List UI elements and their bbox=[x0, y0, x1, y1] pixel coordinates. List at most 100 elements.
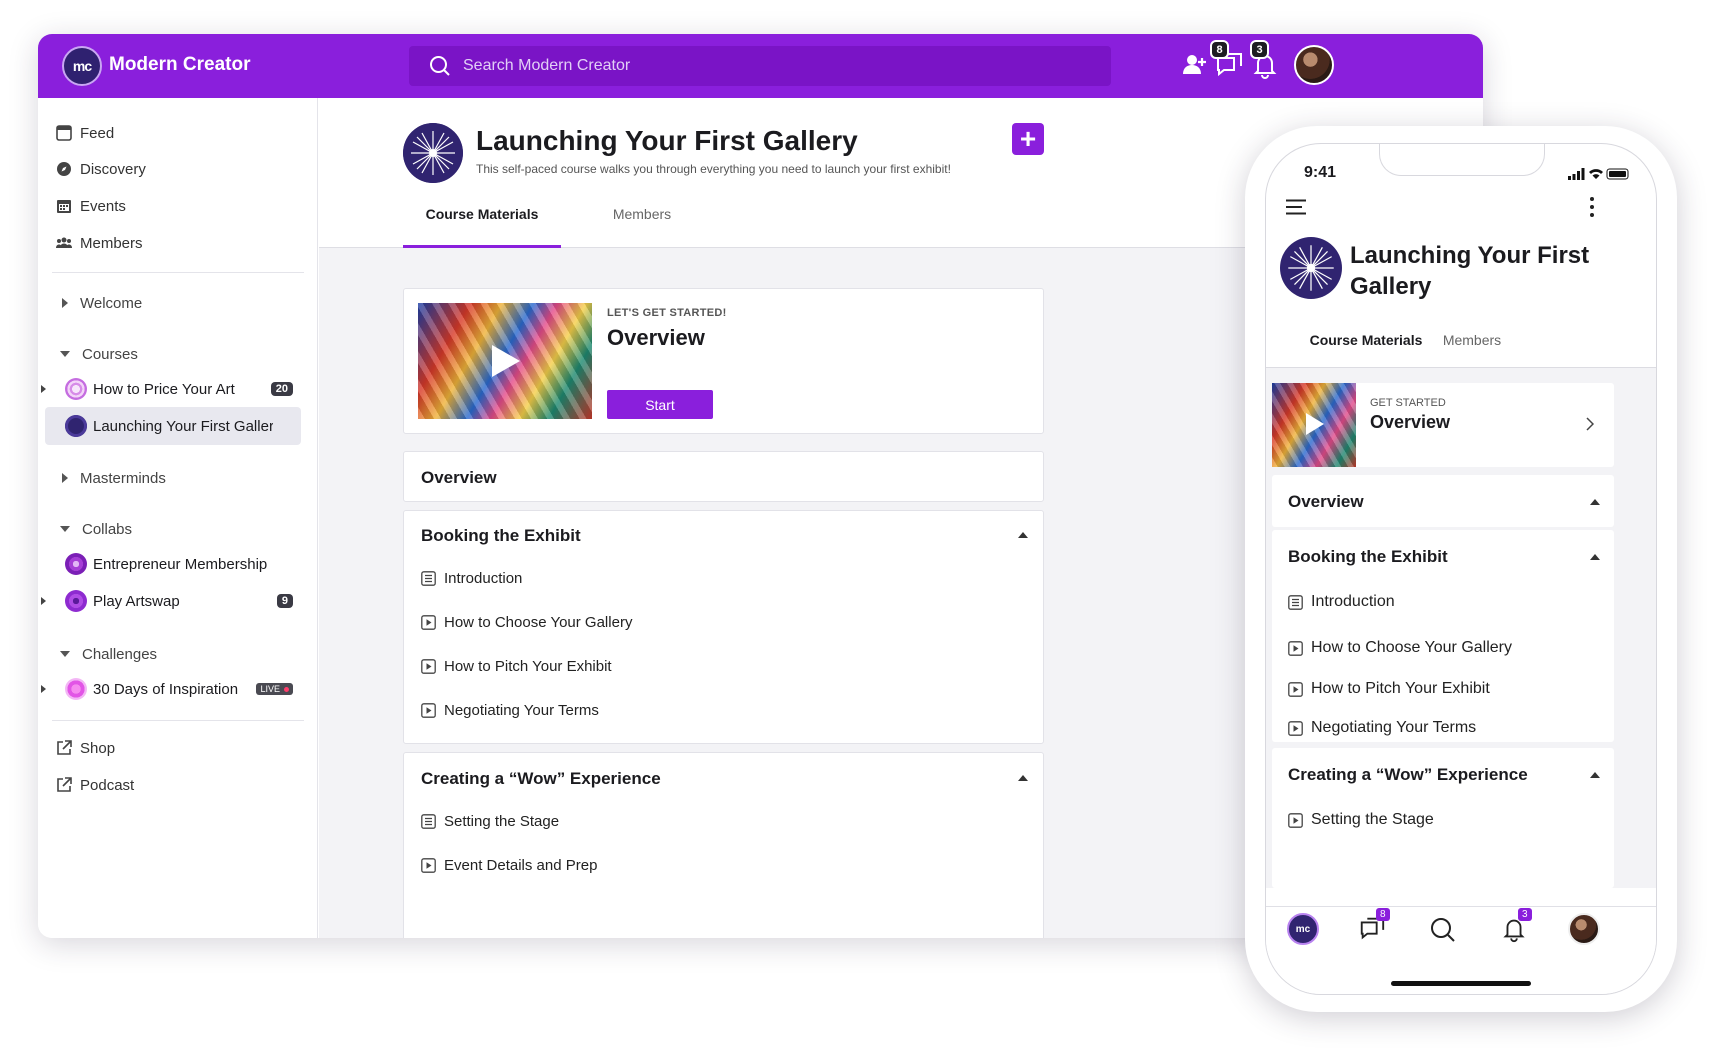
phone-user-avatar[interactable] bbox=[1568, 913, 1600, 945]
collapse-icon[interactable] bbox=[1018, 532, 1028, 538]
section-title: Booking the Exhibit bbox=[421, 526, 581, 545]
menu-icon[interactable] bbox=[1286, 199, 1308, 215]
phone-tab-members[interactable]: Members bbox=[1432, 332, 1512, 370]
start-button[interactable]: Start bbox=[607, 390, 713, 419]
lesson-item[interactable]: Setting the Stage bbox=[421, 813, 559, 830]
collapse-icon[interactable] bbox=[1018, 775, 1028, 781]
add-button[interactable]: + bbox=[1012, 123, 1044, 155]
phone-search-icon[interactable] bbox=[1430, 917, 1456, 943]
sidebar-item-price-art[interactable]: How to Price Your Art 20 bbox=[41, 370, 301, 408]
sidebar-item-label: Feed bbox=[80, 124, 115, 142]
phone-notifications-button[interactable]: 3 bbox=[1500, 908, 1532, 943]
section-title: Overview bbox=[1288, 492, 1364, 511]
lesson-item[interactable]: Introduction bbox=[421, 570, 522, 587]
tab-course-materials[interactable]: Course Materials bbox=[403, 206, 561, 248]
group-challenges[interactable]: Challenges bbox=[56, 641, 157, 667]
group-masterminds[interactable]: Masterminds bbox=[56, 465, 166, 491]
collab-icon bbox=[65, 553, 87, 575]
collapse-icon[interactable] bbox=[1590, 499, 1600, 505]
play-icon bbox=[1306, 413, 1324, 435]
section-title: Overview bbox=[421, 468, 497, 487]
phone-content: GET STARTED Overview Overview Booking th… bbox=[1266, 368, 1656, 888]
brand-name[interactable]: Modern Creator bbox=[109, 54, 250, 76]
phone-section-booking: Booking the Exhibit Introduction How to … bbox=[1272, 530, 1614, 742]
video-icon bbox=[421, 659, 436, 674]
lesson-item[interactable]: Setting the Stage bbox=[1288, 811, 1434, 829]
course-logo bbox=[1280, 237, 1342, 299]
sidebar-item-artswap[interactable]: Play Artswap 9 bbox=[41, 582, 301, 620]
sidebar-item-launching-gallery[interactable]: Launching Your First Gallery bbox=[45, 407, 301, 445]
video-icon bbox=[1288, 720, 1303, 736]
sidebar-item-podcast[interactable]: Podcast bbox=[56, 770, 134, 800]
more-icon[interactable] bbox=[1588, 196, 1596, 218]
chat-button[interactable]: 8 bbox=[1210, 40, 1244, 80]
caret-right-icon bbox=[62, 473, 68, 483]
group-label: Challenges bbox=[82, 645, 158, 663]
challenge-icon bbox=[65, 678, 87, 700]
status-time: 9:41 bbox=[1304, 164, 1337, 181]
sidebar-item-feed[interactable]: Feed bbox=[56, 118, 114, 148]
sidebar-item-discovery[interactable]: Discovery bbox=[56, 154, 146, 184]
user-avatar[interactable] bbox=[1294, 45, 1334, 85]
sidebar-item-label: Entrepreneur Membership bbox=[93, 555, 268, 573]
lesson-label: How to Choose Your Gallery bbox=[444, 614, 633, 631]
group-label: Masterminds bbox=[80, 469, 166, 487]
lesson-item[interactable]: How to Choose Your Gallery bbox=[421, 614, 632, 631]
lesson-item[interactable]: Negotiating Your Terms bbox=[1288, 719, 1476, 737]
chat-badge: 8 bbox=[1210, 40, 1229, 59]
caret-down-icon bbox=[60, 526, 70, 532]
collapse-icon[interactable] bbox=[1590, 554, 1600, 560]
add-user-icon[interactable] bbox=[1180, 50, 1210, 80]
sidebar-item-events[interactable]: Events bbox=[56, 191, 126, 221]
count-badge: 9 bbox=[276, 594, 293, 608]
course-description: This self-paced course walks you through… bbox=[476, 162, 951, 176]
lesson-item[interactable]: How to Pitch Your Exhibit bbox=[421, 658, 612, 675]
group-collabs[interactable]: Collabs bbox=[56, 516, 132, 542]
phone-hero-card[interactable]: GET STARTED Overview bbox=[1272, 383, 1614, 467]
phone-section-wow: Creating a “Wow” Experience Setting the … bbox=[1272, 748, 1614, 888]
lesson-item[interactable]: Event Details and Prep bbox=[421, 857, 597, 874]
external-link-icon bbox=[57, 740, 72, 755]
lesson-item[interactable]: How to Pitch Your Exhibit bbox=[1288, 680, 1490, 698]
video-thumbnail[interactable] bbox=[418, 303, 592, 419]
section-booking: Booking the Exhibit Introduction How to … bbox=[403, 510, 1044, 744]
lesson-label: Setting the Stage bbox=[1311, 811, 1434, 828]
sidebar-item-shop[interactable]: Shop bbox=[56, 733, 115, 763]
sidebar-item-members[interactable]: Members bbox=[56, 228, 143, 258]
lesson-label: Setting the Stage bbox=[444, 813, 560, 830]
search-bar[interactable] bbox=[409, 46, 1111, 86]
document-icon bbox=[421, 814, 436, 829]
video-thumbnail[interactable] bbox=[1272, 383, 1356, 467]
lesson-label: How to Choose Your Gallery bbox=[1311, 639, 1512, 656]
phone-section-overview[interactable]: Overview bbox=[1272, 475, 1614, 527]
unread-indicator-icon bbox=[41, 685, 46, 693]
phone-course-title: Launching Your First Gallery bbox=[1350, 242, 1590, 300]
collapse-icon[interactable] bbox=[1590, 772, 1600, 778]
section-overview[interactable]: Overview bbox=[403, 451, 1044, 502]
plus-icon: + bbox=[1019, 123, 1037, 154]
tab-members[interactable]: Members bbox=[595, 206, 689, 248]
phone-tab-course-materials[interactable]: Course Materials bbox=[1286, 332, 1446, 370]
top-bar: mc Modern Creator 8 3 bbox=[38, 34, 1483, 98]
lesson-item[interactable]: Introduction bbox=[1288, 593, 1395, 611]
chevron-right-icon bbox=[1586, 417, 1594, 431]
lesson-item[interactable]: How to Choose Your Gallery bbox=[1288, 639, 1512, 657]
sidebar-item-entrepreneur[interactable]: Entrepreneur Membership bbox=[45, 545, 301, 583]
lesson-label: How to Pitch Your Exhibit bbox=[444, 658, 612, 675]
group-label: Welcome bbox=[80, 294, 143, 312]
document-icon bbox=[421, 571, 436, 586]
home-logo-button[interactable]: mc bbox=[1287, 913, 1319, 945]
brand-logo[interactable]: mc bbox=[62, 46, 102, 86]
video-icon bbox=[1288, 812, 1303, 828]
group-courses[interactable]: Courses bbox=[56, 341, 138, 367]
phone-chat-button[interactable]: 8 bbox=[1358, 908, 1390, 943]
sidebar-item-label: Launching Your First Gallery bbox=[93, 417, 273, 435]
course-title: Launching Your First Gallery bbox=[476, 125, 858, 156]
notifications-button[interactable]: 3 bbox=[1250, 40, 1280, 80]
search-input[interactable] bbox=[463, 57, 1063, 75]
group-welcome[interactable]: Welcome bbox=[56, 290, 142, 316]
lesson-item[interactable]: Negotiating Your Terms bbox=[421, 702, 599, 719]
sidebar-item-30-days[interactable]: 30 Days of Inspiration LIVE bbox=[41, 670, 301, 708]
sidebar-item-label: Discovery bbox=[80, 160, 146, 178]
search-icon bbox=[430, 56, 450, 76]
